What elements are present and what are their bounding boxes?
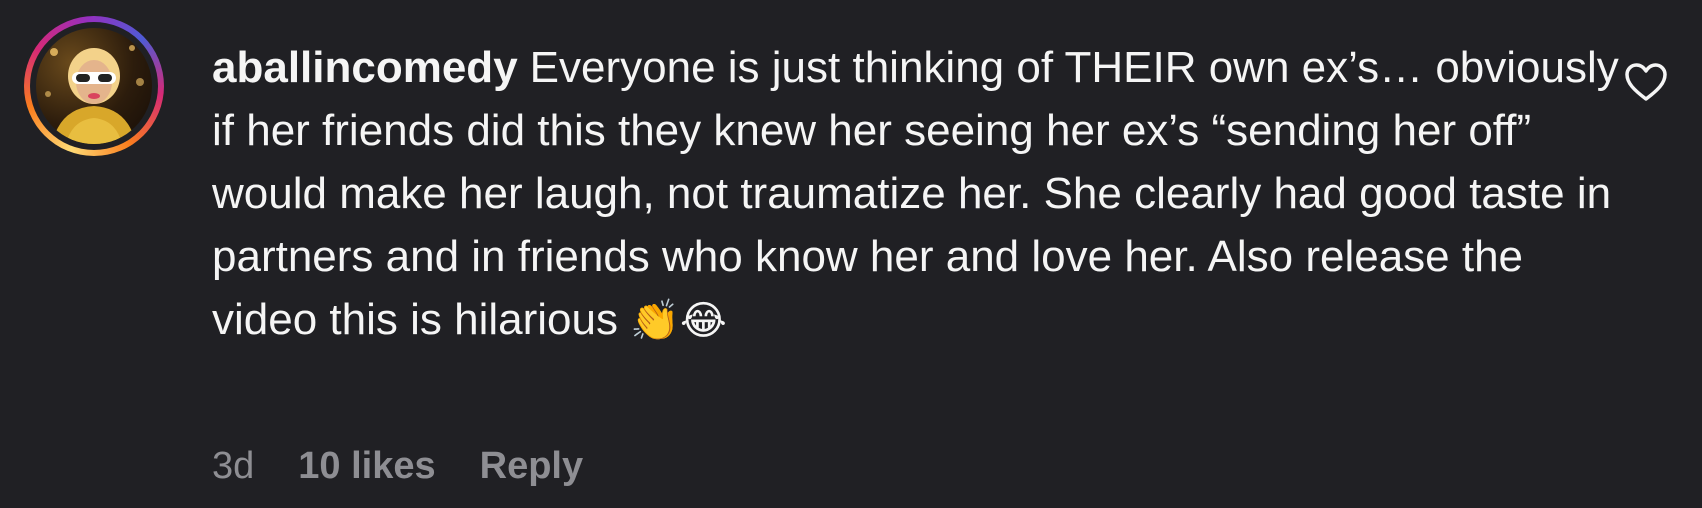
timestamp[interactable]: 3d: [212, 438, 254, 494]
comment-text-block: aballincomedy Everyone is just thinking o…: [212, 36, 1622, 353]
like-comment-button[interactable]: [1624, 62, 1668, 102]
likes-count-link[interactable]: 10 likes: [298, 438, 435, 494]
avatar-gap: [30, 22, 158, 150]
story-ring[interactable]: [24, 16, 164, 156]
reply-button[interactable]: Reply: [480, 438, 583, 494]
comment-item: aballincomedy Everyone is just thinking o…: [0, 0, 1702, 508]
username-link[interactable]: aballincomedy: [212, 43, 518, 92]
comment-meta: 3d 10 likes Reply: [212, 438, 583, 494]
avatar[interactable]: [36, 28, 152, 144]
clapping-hands-emoji: 👏: [630, 298, 681, 344]
comment-body: aballincomedy Everyone is just thinking o…: [212, 36, 1622, 353]
tears-of-joy-emoji: 😂: [680, 298, 727, 344]
heart-outline-icon: [1625, 63, 1667, 101]
avatar-photo: [45, 45, 144, 144]
